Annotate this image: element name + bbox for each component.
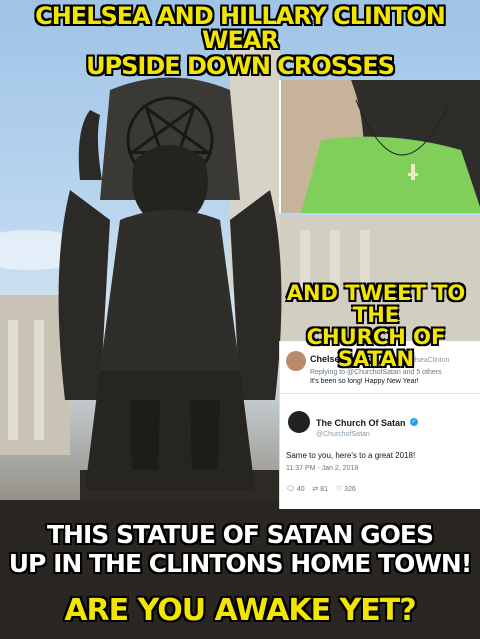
awake-caption: ARE YOU AWAKE YET? [64, 593, 418, 628]
tweet-actions: 🗨 40 ⇄ 81 ♡ 326 [286, 485, 477, 493]
reply-icon[interactable]: 🗨 [286, 486, 295, 493]
baphomet-statue [58, 77, 282, 490]
avatar [288, 411, 310, 433]
middle-caption-line-1: AND TWEET TO THE [286, 281, 466, 328]
inset-photo-graphic [281, 80, 480, 213]
middle-caption-line-2: CHURCH OF SATAN [306, 325, 446, 372]
tweet-timestamp: 11:37 PM - Jan 2, 2018 [286, 465, 359, 472]
tweet-2-header: The Church Of Satan ✓ @ChurchofSatan [316, 413, 477, 438]
like-icon[interactable]: ♡ [336, 486, 342, 493]
top-caption-line-1: CHELSEA AND HILLARY CLINTON WEAR [34, 2, 446, 54]
retweet-count: 81 [320, 486, 329, 493]
tweet-author-handle: @ChurchofSatan [316, 431, 370, 438]
retweet-icon[interactable]: ⇄ [312, 486, 318, 493]
bottom-caption-line-2: UP IN THE CLINTONS HOME TOWN! [8, 549, 473, 578]
inset-photo [279, 80, 480, 213]
like-count: 326 [344, 486, 356, 493]
bottom-caption-line-1: THIS STATUE OF SATAN GOES [46, 520, 435, 549]
bottom-caption: THIS STATUE OF SATAN GOES UP IN THE CLIN… [0, 520, 480, 578]
column [8, 320, 18, 440]
top-caption: CHELSEA AND HILLARY CLINTON WEAR UPSIDE … [0, 2, 480, 80]
middle-caption: AND TWEET TO THE CHURCH OF SATAN [272, 282, 480, 370]
top-caption-line-2: UPSIDE DOWN CROSSES [85, 52, 395, 80]
tweet-author-name: The Church Of Satan [316, 418, 406, 428]
meme-image: Chelsea Clinton ✓ @ChelseaClinton Replyi… [0, 0, 480, 639]
reply-count: 40 [296, 486, 305, 493]
tweet-text: Same to you, here's to a great 2018! [286, 451, 416, 460]
verified-badge-icon: ✓ [409, 417, 418, 426]
tweet-text: It's been so long! Happy New Year! [310, 378, 419, 385]
tweet-divider [280, 393, 480, 394]
